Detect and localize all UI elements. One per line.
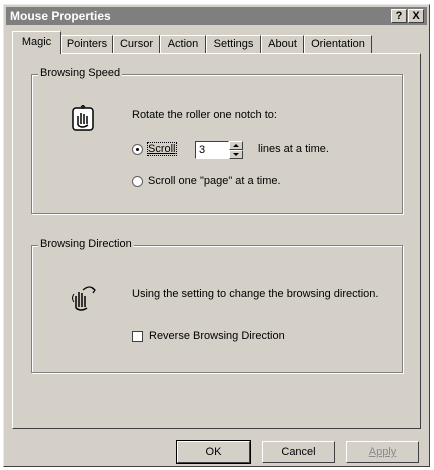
roller-prompt: Rotate the roller one notch to: bbox=[132, 109, 277, 121]
lines-suffix: lines at a time. bbox=[258, 143, 329, 155]
scroll-lines-label[interactable]: Scroll bbox=[147, 142, 177, 156]
apply-button[interactable]: Apply bbox=[346, 441, 419, 463]
title-bar[interactable]: Mouse Properties ? X bbox=[6, 7, 427, 25]
hand-scroll-icon bbox=[72, 105, 94, 131]
browsing-speed-legend: Browsing Speed bbox=[38, 67, 123, 79]
tab-cursor[interactable]: Cursor bbox=[113, 35, 160, 53]
reverse-direction-label[interactable]: Reverse Browsing Direction bbox=[149, 330, 285, 342]
scroll-page-label[interactable]: Scroll one "page" at a time. bbox=[148, 175, 281, 187]
tab-magic[interactable]: Magic bbox=[12, 31, 61, 54]
ok-button[interactable]: OK bbox=[176, 440, 251, 464]
tab-settings[interactable]: Settings bbox=[206, 35, 261, 53]
reverse-direction-checkbox[interactable] bbox=[132, 331, 143, 342]
browsing-direction-group: Browsing Direction Using the setting to … bbox=[31, 238, 403, 373]
direction-description: Using the setting to change the browsing… bbox=[132, 288, 379, 300]
lines-per-notch-input[interactable]: 3 bbox=[195, 141, 229, 159]
scroll-lines-radio[interactable] bbox=[132, 144, 143, 155]
hand-direction-icon bbox=[72, 286, 96, 311]
magic-tab-panel: Browsing Speed Rotate the roller one not… bbox=[12, 53, 421, 429]
spin-up-button[interactable] bbox=[229, 141, 243, 150]
cancel-button[interactable]: Cancel bbox=[262, 441, 335, 463]
window-title: Mouse Properties bbox=[10, 9, 111, 23]
browsing-speed-group: Browsing Speed Rotate the roller one not… bbox=[31, 67, 403, 214]
close-button[interactable]: X bbox=[408, 9, 424, 23]
tab-orientation[interactable]: Orientation bbox=[304, 35, 372, 53]
lines-spinner[interactable] bbox=[229, 141, 243, 159]
chevron-up-icon bbox=[233, 144, 239, 147]
chevron-down-icon bbox=[233, 153, 239, 156]
tab-action[interactable]: Action bbox=[160, 35, 206, 53]
spin-down-button[interactable] bbox=[229, 150, 243, 159]
tab-about[interactable]: About bbox=[261, 35, 304, 53]
help-button[interactable]: ? bbox=[391, 9, 407, 23]
scroll-page-radio[interactable] bbox=[132, 176, 143, 187]
browsing-direction-legend: Browsing Direction bbox=[38, 238, 134, 250]
mouse-properties-dialog: Mouse Properties ? X Magic Pointers Curs… bbox=[3, 4, 430, 467]
tab-pointers[interactable]: Pointers bbox=[61, 35, 113, 53]
